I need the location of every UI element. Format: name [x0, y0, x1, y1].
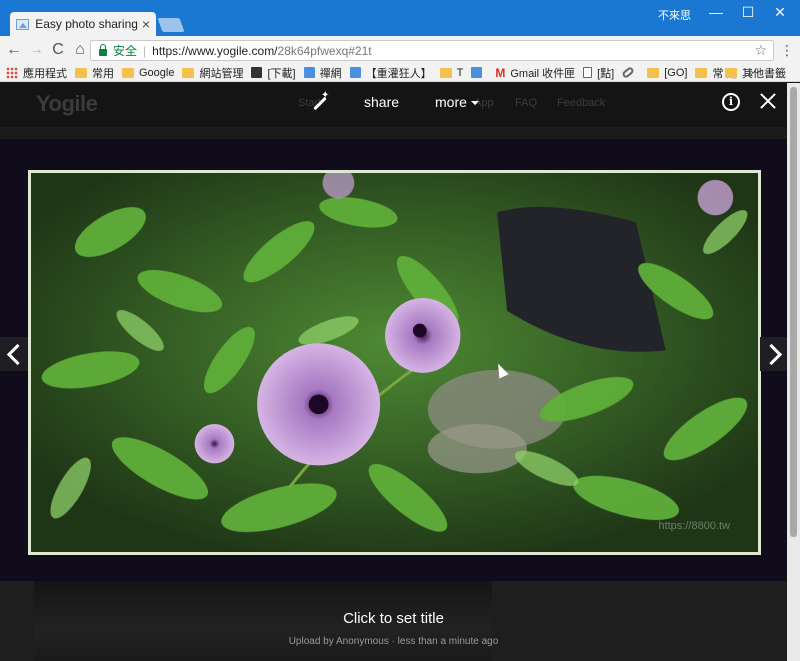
folder-icon — [75, 67, 87, 78]
info-icon[interactable]: i — [722, 93, 740, 111]
lock-icon — [99, 44, 107, 56]
chart-icon — [471, 67, 483, 78]
gmail-icon: M — [495, 65, 506, 80]
bookmark-folder-t[interactable]: T — [439, 66, 464, 79]
bookmark-label: 網站管理 — [199, 67, 244, 80]
lightbox-stage: https://8800.tw — [0, 139, 787, 581]
folder-icon — [182, 67, 195, 78]
page-icon — [583, 67, 593, 78]
link-icon — [621, 65, 636, 80]
folder-icon — [647, 67, 660, 78]
folder-icon — [725, 67, 737, 78]
other-bookmarks[interactable]: 其他書籤 — [725, 65, 786, 81]
bookmark-label: 【重灌狂人】 — [365, 67, 432, 80]
image-icon — [16, 18, 30, 30]
minimize-button[interactable]: — — [700, 2, 732, 22]
more-label: more — [435, 94, 467, 110]
bookmark-label: Google — [139, 66, 175, 79]
browser-tab[interactable]: Easy photo sharing | Yo × — [10, 12, 156, 36]
apps-icon — [6, 66, 18, 79]
close-window-button[interactable]: ✕ — [764, 2, 796, 22]
window-titlebar: Easy photo sharing | Yo × 不來思 — ☐ ✕ — [0, 0, 800, 36]
url-host: https://www.yogile.com/ — [152, 43, 278, 58]
tab-close-icon[interactable]: × — [142, 16, 150, 32]
bookmark-label: 其他書籤 — [742, 67, 786, 80]
address-bar[interactable]: 安全 | https://www.yogile.com/ 28k64pfwexq… — [90, 40, 774, 61]
bookmark-label: T — [456, 66, 464, 79]
bookmark-folder-google[interactable]: Google — [122, 67, 174, 79]
new-tab-button[interactable] — [157, 18, 185, 32]
back-icon[interactable]: ← — [4, 40, 24, 60]
profile-name[interactable]: 不來思 — [658, 7, 691, 23]
more-dropdown[interactable]: more — [435, 94, 479, 110]
bookmark-apps[interactable]: 應用程式 — [6, 65, 67, 81]
bookmark-label: Gmail 收件匣 — [510, 67, 576, 80]
bookmark-gmail[interactable]: M Gmail 收件匣 — [495, 65, 575, 81]
bookmark-download[interactable]: [下載] — [251, 65, 296, 81]
photo-watermark: https://8800.tw — [658, 520, 730, 532]
page-scrollbar[interactable] — [787, 83, 800, 661]
bookmark-label: [點] — [597, 67, 615, 80]
photo-image[interactable]: https://8800.tw — [28, 170, 761, 555]
bookmark-reinstall[interactable]: 【重灌狂人】 — [349, 65, 432, 81]
folder-icon — [439, 67, 452, 78]
maximize-button[interactable]: ☐ — [732, 2, 764, 22]
bookmark-label: 常用 — [92, 67, 114, 80]
url-path: 28k64pfwexq#21t — [277, 43, 372, 58]
bookmark-folder-site-admin[interactable]: 網站管理 — [182, 65, 243, 81]
bookmark-dian[interactable]: [點] — [583, 65, 614, 81]
caret-down-icon — [470, 101, 479, 106]
bookmark-label: 禪網 — [319, 67, 342, 80]
share-button[interactable]: share — [364, 94, 399, 110]
browser-toolbar: ← → C ⌂ 安全 | https://www.yogile.com/ 28k… — [0, 36, 800, 64]
home-icon[interactable]: ⌂ — [70, 40, 90, 60]
tab-title: Easy photo sharing | Yo — [35, 17, 138, 31]
photo-title[interactable]: Click to set title — [0, 610, 787, 627]
building-icon — [251, 67, 263, 78]
secure-label: 安全 — [113, 44, 138, 58]
bookmark-star-icon[interactable]: ☆ — [754, 42, 767, 59]
folder-icon — [122, 67, 134, 78]
close-icon[interactable] — [758, 91, 778, 111]
previous-photo-button[interactable] — [0, 337, 28, 371]
bookmark-label: 應用程式 — [23, 67, 67, 80]
browser-menu-icon[interactable]: ⋮ — [780, 42, 794, 59]
folder-icon — [695, 67, 708, 78]
next-photo-button[interactable] — [760, 337, 787, 371]
lightbox-toolbar: share more i — [0, 83, 787, 127]
bookmark-folder-common[interactable]: 常用 — [75, 65, 114, 81]
bookmark-chart[interactable] — [471, 67, 487, 78]
scrollbar-thumb[interactable] — [790, 87, 797, 537]
reload-icon[interactable]: C — [48, 40, 68, 60]
blogger-icon — [349, 67, 361, 78]
magic-wand-icon[interactable] — [310, 90, 330, 113]
bookmark-chanwang[interactable]: 禪網 — [303, 65, 342, 81]
page-content: Yogile Start App FAQ Feedback share more… — [0, 83, 787, 661]
upload-meta: Upload by Anonymous · less than a minute… — [288, 636, 499, 647]
bookmark-label: [GO] — [664, 66, 688, 79]
bookmark-label: [下載] — [267, 67, 296, 80]
flower-photo — [31, 173, 758, 552]
bookmark-link[interactable] — [621, 65, 639, 80]
address-separator: | — [143, 43, 147, 58]
forward-icon[interactable]: → — [26, 40, 46, 60]
bookmark-folder-go[interactable]: [GO] — [647, 67, 687, 79]
bookmarks-bar: 應用程式 常用 Google 網站管理 [下載] 禪網 【重灌狂人】 T M Gm… — [0, 64, 800, 82]
blogger-icon — [303, 67, 315, 78]
